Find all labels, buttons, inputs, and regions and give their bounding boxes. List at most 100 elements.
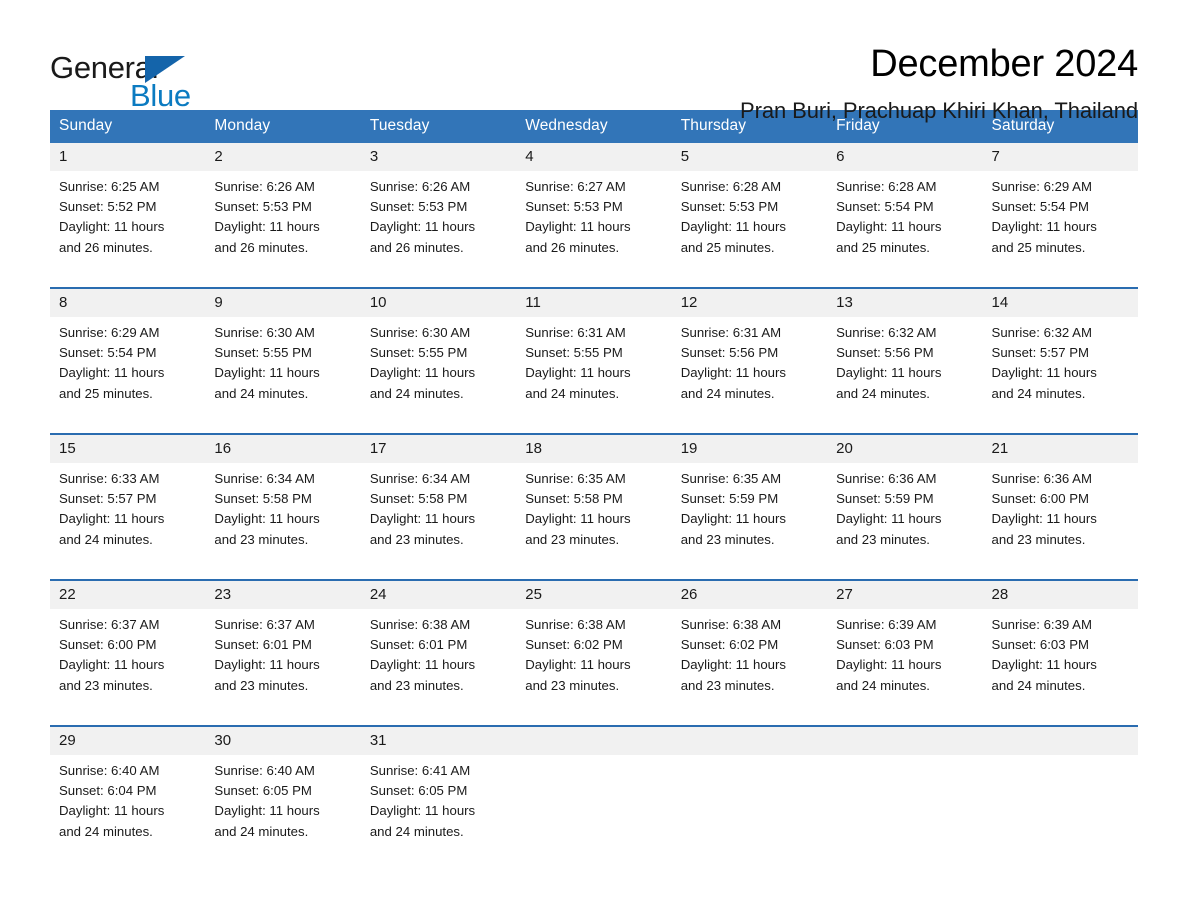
daylight-text-line1: Daylight: 11 hours [680,511,786,527]
daylight-text-line2: and 23 minutes. [369,531,464,547]
sunrise-text: Sunrise: 6:26 AM [214,179,315,194]
day-number[interactable]: 6 [827,143,983,171]
day-cell: Sunrise: 6:30 AM Sunset: 5:55 PM Dayligh… [205,317,361,419]
daylight-text-line2: and 24 minutes. [59,823,153,839]
sunrise-text: Sunrise: 6:29 AM [59,325,160,340]
daylight-text-line1: Daylight: 11 hours [369,219,476,235]
day-number[interactable]: 14 [982,287,1138,317]
day-number[interactable]: 10 [360,287,517,317]
daylight-text-line2: and 24 minutes. [59,531,153,547]
day-number-empty [516,725,672,755]
day-number[interactable]: 3 [360,143,517,171]
daylight-text-line2: and 25 minutes. [991,239,1086,255]
sunrise-text: Sunrise: 6:40 AM [59,763,160,778]
daylight-text-line2: and 23 minutes. [680,677,775,693]
day-number[interactable]: 31 [360,725,517,755]
day-number[interactable]: 7 [982,143,1138,171]
sunrise-text: Sunrise: 6:34 AM [214,471,315,486]
day-number[interactable]: 27 [827,579,983,609]
sunset-text: Sunset: 5:58 PM [525,491,623,507]
sunrise-text: Sunrise: 6:39 AM [836,617,937,632]
sunset-text: Sunset: 6:01 PM [214,637,312,653]
day-number[interactable]: 24 [360,579,517,609]
daylight-text-line1: Daylight: 11 hours [214,511,320,527]
daylight-text-line2: and 24 minutes. [680,385,775,401]
daylight-text-line1: Daylight: 11 hours [214,803,320,819]
sunset-text: Sunset: 6:00 PM [991,491,1090,507]
day-number[interactable]: 19 [671,433,828,463]
day-number[interactable]: 21 [982,433,1138,463]
daylight-text-line1: Daylight: 11 hours [214,219,320,235]
sunrise-text: Sunrise: 6:39 AM [991,617,1092,632]
daylight-text-line2: and 25 minutes. [836,239,930,255]
week-spacer [50,565,1138,580]
day-number[interactable]: 29 [50,725,206,755]
sunrise-text: Sunrise: 6:40 AM [214,763,315,778]
day-detail-row: Sunrise: 6:37 AM Sunset: 6:00 PM Dayligh… [50,609,1138,711]
sunrise-text: Sunrise: 6:38 AM [369,617,471,632]
day-number[interactable]: 5 [671,143,828,171]
day-number[interactable]: 17 [360,433,517,463]
day-number[interactable]: 15 [50,433,206,463]
sunset-text: Sunset: 6:03 PM [991,637,1090,653]
day-number[interactable]: 26 [671,579,828,609]
day-number[interactable]: 13 [827,287,983,317]
day-cell: Sunrise: 6:37 AM Sunset: 6:00 PM Dayligh… [50,609,206,711]
daylight-text-line2: and 26 minutes. [214,239,309,255]
day-number[interactable]: 16 [205,433,361,463]
daylight-text-line1: Daylight: 11 hours [525,365,631,381]
day-number[interactable]: 18 [516,433,672,463]
sunrise-text: Sunrise: 6:30 AM [214,325,315,340]
day-number[interactable]: 23 [205,579,361,609]
day-cell: Sunrise: 6:37 AM Sunset: 6:01 PM Dayligh… [205,609,361,711]
day-cell: Sunrise: 6:35 AM Sunset: 5:58 PM Dayligh… [516,463,672,565]
day-number[interactable]: 4 [516,143,672,171]
day-number[interactable]: 20 [827,433,983,463]
sunrise-text: Sunrise: 6:36 AM [991,471,1092,486]
day-cell: Sunrise: 6:34 AM Sunset: 5:58 PM Dayligh… [360,463,517,565]
sunset-text: Sunset: 5:52 PM [59,199,157,215]
day-cell: Sunrise: 6:25 AM Sunset: 5:52 PM Dayligh… [50,171,206,273]
sunrise-text: Sunrise: 6:35 AM [680,471,782,486]
daylight-text-line2: and 24 minutes. [525,385,620,401]
weekday-header-sunday: Sunday [50,110,206,143]
day-number[interactable]: 11 [516,287,672,317]
sunrise-text: Sunrise: 6:31 AM [680,325,782,340]
day-cell: Sunrise: 6:35 AM Sunset: 5:59 PM Dayligh… [671,463,828,565]
day-cell: Sunrise: 6:27 AM Sunset: 5:53 PM Dayligh… [516,171,672,273]
day-cell: Sunrise: 6:39 AM Sunset: 6:03 PM Dayligh… [827,609,983,711]
sunrise-text: Sunrise: 6:37 AM [59,617,160,632]
day-number[interactable]: 8 [50,287,206,317]
day-number[interactable]: 9 [205,287,361,317]
day-detail-row: Sunrise: 6:33 AM Sunset: 5:57 PM Dayligh… [50,463,1138,565]
sunrise-text: Sunrise: 6:27 AM [525,179,626,194]
sunrise-text: Sunrise: 6:25 AM [59,179,160,194]
day-cell: Sunrise: 6:40 AM Sunset: 6:04 PM Dayligh… [50,755,206,857]
day-number[interactable]: 30 [205,725,361,755]
day-number-row: 15 16 17 18 19 20 21 [50,433,1138,463]
daylight-text-line1: Daylight: 11 hours [525,657,631,673]
daylight-text-line1: Daylight: 11 hours [214,365,320,381]
sunset-text: Sunset: 6:05 PM [214,783,312,799]
daylight-text-line2: and 24 minutes. [991,385,1086,401]
day-number[interactable]: 12 [671,287,828,317]
day-cell-empty [827,755,983,857]
day-number[interactable]: 25 [516,579,672,609]
sunrise-text: Sunrise: 6:30 AM [369,325,471,340]
day-cell: Sunrise: 6:28 AM Sunset: 5:54 PM Dayligh… [827,171,983,273]
sunset-text: Sunset: 5:56 PM [680,345,779,361]
day-number-empty [671,725,828,755]
day-number[interactable]: 1 [50,143,206,171]
daylight-text-line1: Daylight: 11 hours [525,219,631,235]
daylight-text-line1: Daylight: 11 hours [369,803,476,819]
day-number[interactable]: 22 [50,579,206,609]
day-number[interactable]: 2 [205,143,361,171]
sunset-text: Sunset: 5:54 PM [836,199,934,215]
sunset-text: Sunset: 5:53 PM [525,199,623,215]
day-number[interactable]: 28 [982,579,1138,609]
day-detail-row: Sunrise: 6:29 AM Sunset: 5:54 PM Dayligh… [50,317,1138,419]
daylight-text-line2: and 23 minutes. [525,677,620,693]
daylight-text-line2: and 24 minutes. [369,823,464,839]
logo-text-blue: Blue [130,78,191,113]
sunset-text: Sunset: 6:02 PM [680,637,779,653]
